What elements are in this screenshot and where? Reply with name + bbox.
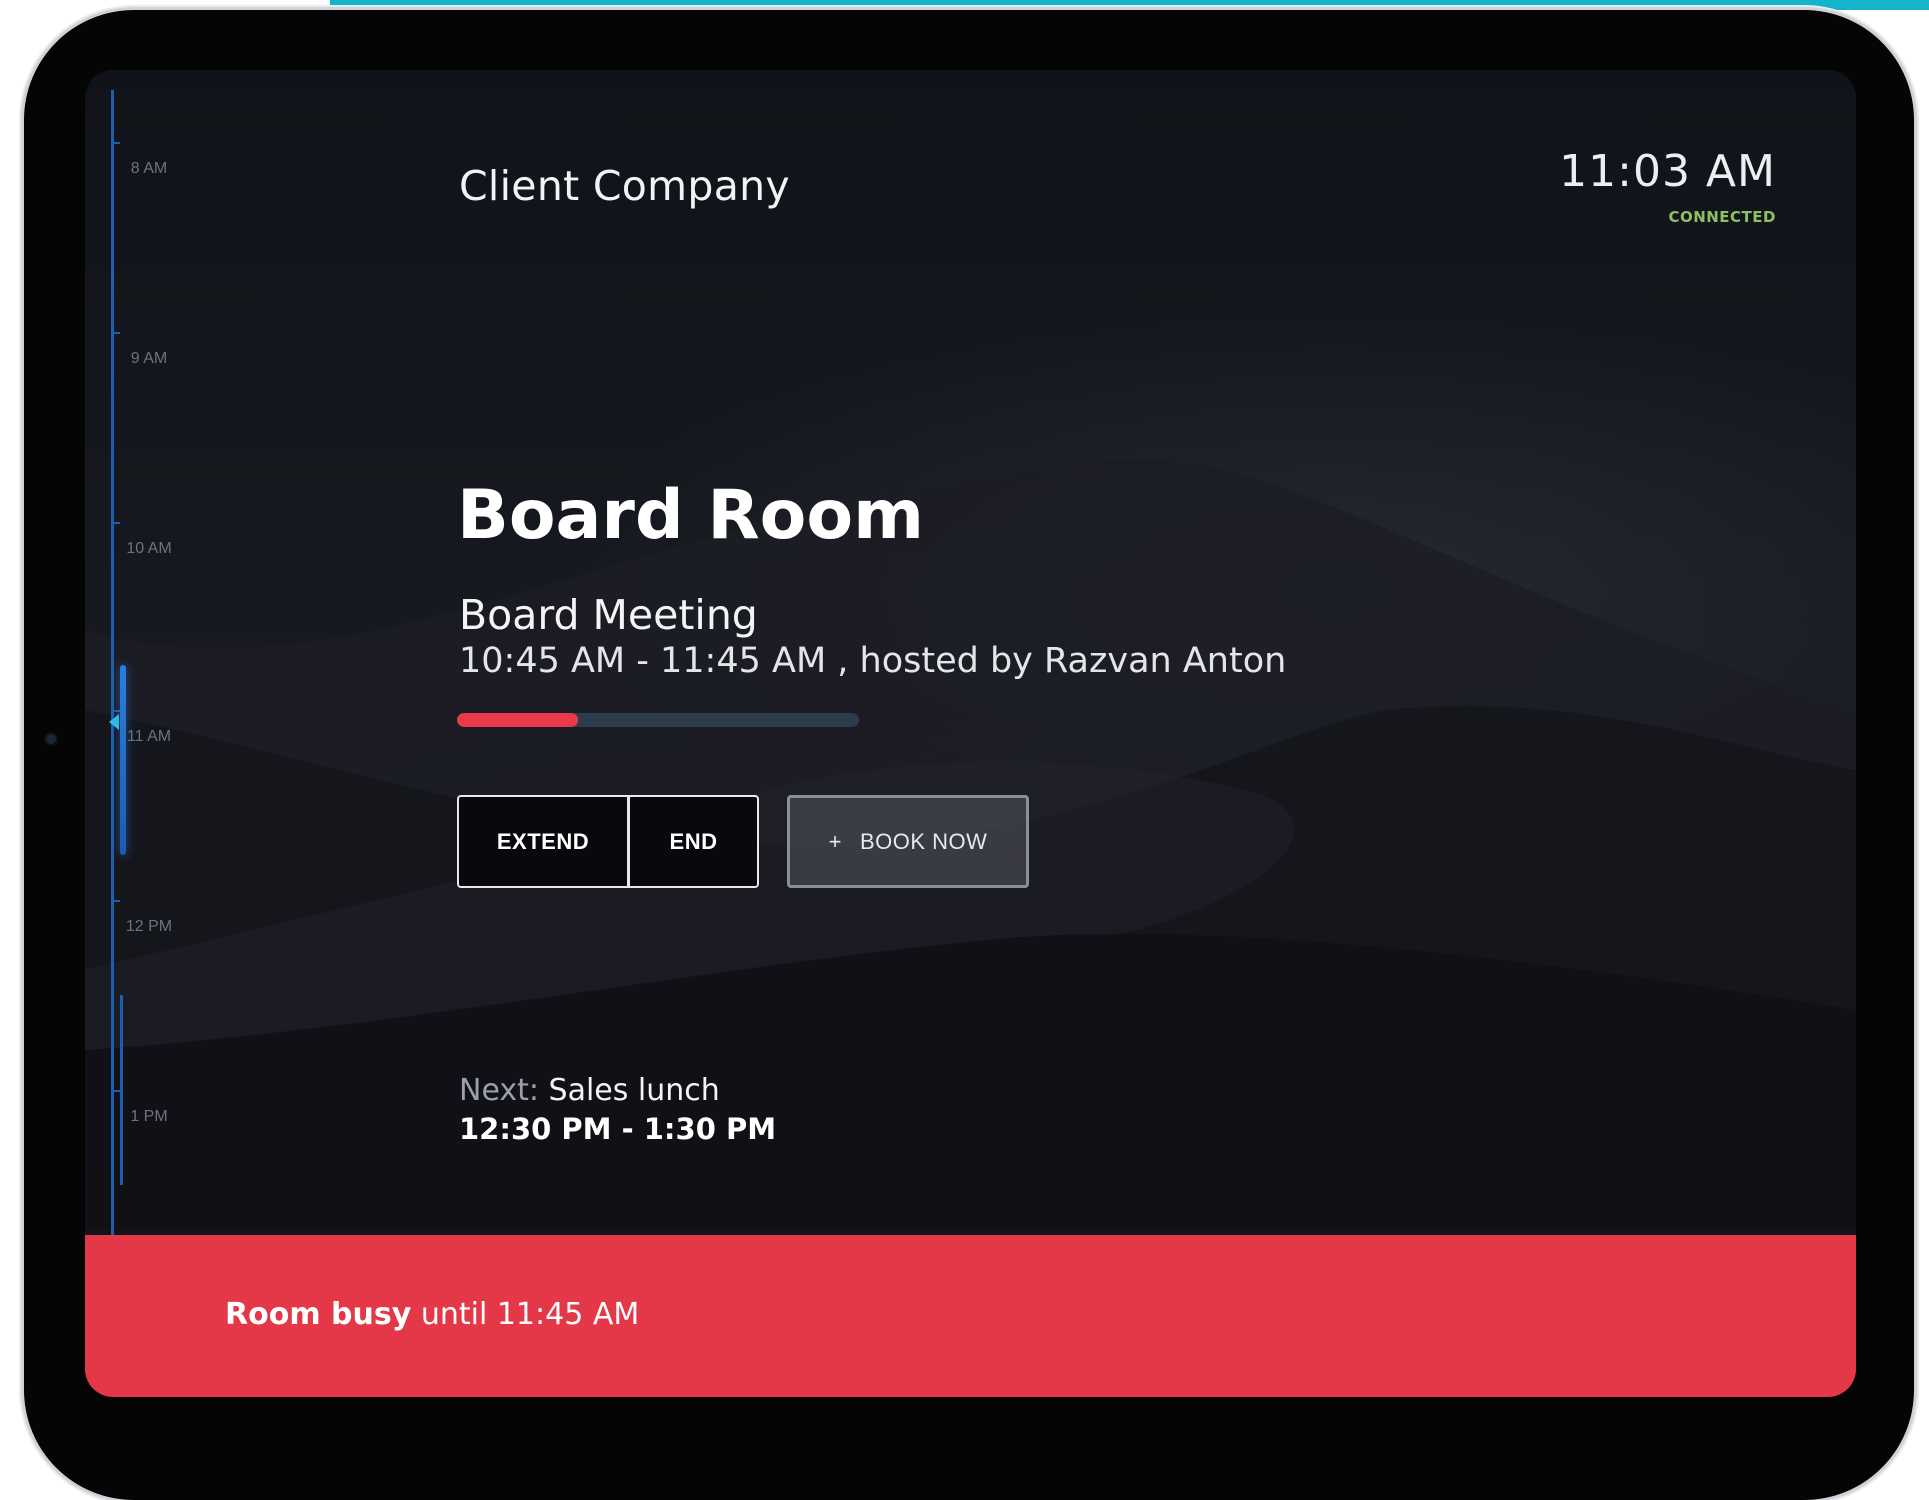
company-name: Client Company <box>459 162 790 210</box>
timeline-label-12pm: 12 PM <box>125 918 173 935</box>
clock: 11:03 AM <box>1559 146 1776 197</box>
next-meeting-time: 12:30 PM - 1:30 PM <box>459 1112 777 1146</box>
book-now-label: BOOK NOW <box>859 828 988 854</box>
tablet-device: 8 AM 9 AM 10 AM 11 AM 12 PM 1 PM Client … <box>24 10 1914 1500</box>
next-meeting-title: Sales lunch <box>548 1073 720 1108</box>
room-status-banner: Room busy until 11:45 AM <box>85 1235 1856 1397</box>
room-status-strong: Room busy <box>225 1297 412 1332</box>
end-button[interactable]: END <box>628 795 759 888</box>
plus-icon: + <box>828 828 842 854</box>
connection-status: CONNECTED <box>1668 208 1776 226</box>
meeting-time-host: 10:45 AM - 11:45 AM , hosted by Razvan A… <box>459 641 1287 681</box>
timeline-next-event[interactable] <box>120 995 123 1185</box>
timeline-tick <box>111 900 120 902</box>
now-marker-icon <box>109 714 119 730</box>
backdrop-stripe <box>330 0 1929 10</box>
timeline-tick <box>111 710 120 712</box>
room-status-text: Room busy until 11:45 AM <box>225 1297 639 1332</box>
timeline-label-9am: 9 AM <box>130 350 168 367</box>
timeline-current-event[interactable] <box>120 665 126 855</box>
next-label: Next: <box>459 1073 539 1108</box>
timeline-tick <box>111 522 120 524</box>
meeting-title: Board Meeting <box>459 591 758 639</box>
meeting-progress-fill <box>457 713 578 727</box>
room-display-screen: 8 AM 9 AM 10 AM 11 AM 12 PM 1 PM Client … <box>85 70 1856 1397</box>
timeline-tick <box>111 142 120 144</box>
meeting-progress-bar <box>457 713 859 727</box>
room-status-until: until 11:45 AM <box>420 1297 640 1332</box>
room-name: Board Room <box>457 476 924 555</box>
timeline-label-8am: 8 AM <box>130 160 168 177</box>
timeline-tick <box>111 1090 120 1092</box>
timeline-rail <box>111 90 114 1235</box>
book-now-button[interactable]: + BOOK NOW <box>787 795 1029 888</box>
timeline-tick <box>111 332 120 334</box>
day-timeline[interactable]: 8 AM 9 AM 10 AM 11 AM 12 PM 1 PM <box>85 70 285 1235</box>
camera-icon <box>46 734 56 744</box>
timeline-label-10am: 10 AM <box>126 540 172 557</box>
next-meeting: Next: Sales lunch <box>459 1073 720 1108</box>
extend-button[interactable]: EXTEND <box>457 795 629 888</box>
